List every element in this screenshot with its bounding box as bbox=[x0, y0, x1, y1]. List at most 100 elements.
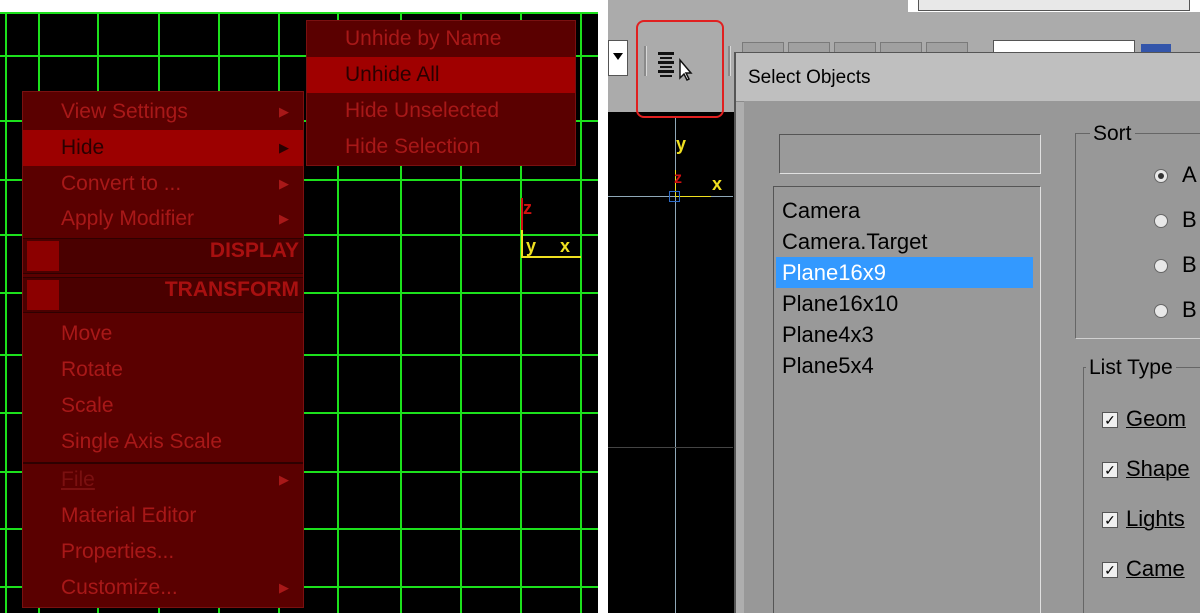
menu-item-convert-to[interactable]: Convert to ... ▶ bbox=[23, 166, 303, 202]
submenu-arrow-icon: ▶ bbox=[279, 104, 289, 119]
menu-item-label: Scale bbox=[61, 394, 114, 417]
menu-item-label: View Settings bbox=[61, 100, 188, 123]
viewport-right[interactable]: y z x Select Objects Camera Camera.Targe… bbox=[608, 0, 1200, 613]
menu-item-label: Customize... bbox=[61, 576, 178, 599]
radio-icon bbox=[1154, 259, 1168, 274]
list-item[interactable]: Camera bbox=[776, 195, 1033, 226]
menu-item-single-axis-scale[interactable]: Single Axis Scale bbox=[23, 424, 303, 460]
menu-item-material-editor[interactable]: Material Editor bbox=[23, 498, 303, 534]
group-caption: Sort bbox=[1090, 122, 1135, 146]
y-axis-line bbox=[521, 230, 523, 258]
object-list[interactable]: Camera Camera.Target Plane16x9 Plane16x1… bbox=[773, 186, 1041, 613]
panel-divider bbox=[598, 0, 608, 613]
menu-item-scale[interactable]: Scale bbox=[23, 388, 303, 424]
list-type-group: List Type ✓ Geom ✓ Shape ✓ Lights ✓ Came bbox=[1083, 356, 1200, 613]
menu-item-label: Rotate bbox=[61, 358, 123, 381]
checkbox-label: Shape bbox=[1126, 456, 1190, 481]
list-type-checkbox[interactable]: ✓ Geom bbox=[1102, 406, 1186, 432]
menu-item-properties[interactable]: Properties... bbox=[23, 534, 303, 570]
menu-item-hide-unselected[interactable]: Hide Unselected bbox=[307, 93, 575, 129]
chevron-down-icon bbox=[613, 53, 623, 60]
menu-item-file[interactable]: File ▶ bbox=[23, 462, 303, 498]
submenu-arrow-icon: ▶ bbox=[279, 211, 289, 226]
dialog-title-bar[interactable]: Select Objects bbox=[736, 53, 1200, 102]
list-item[interactable]: Plane5x4 bbox=[776, 350, 1033, 381]
radio-icon bbox=[1154, 304, 1168, 319]
grid-line bbox=[608, 447, 733, 448]
radio-label: A bbox=[1182, 162, 1197, 187]
quad-color-swatch bbox=[27, 280, 59, 310]
selection-filter-dropdown[interactable] bbox=[608, 40, 628, 76]
x-axis-label: x bbox=[560, 236, 571, 256]
list-item[interactable]: Camera.Target bbox=[776, 226, 1033, 257]
checkbox-label: Lights bbox=[1126, 506, 1185, 531]
radio-icon bbox=[1154, 169, 1168, 184]
submenu-arrow-icon: ▶ bbox=[279, 472, 289, 487]
z-axis-label: z bbox=[674, 170, 682, 187]
list-type-checkbox[interactable]: ✓ Lights bbox=[1102, 506, 1185, 532]
transform-quad-header[interactable]: TRANSFORM bbox=[23, 277, 303, 313]
checkbox-label: Came bbox=[1126, 556, 1185, 581]
quad-title: DISPLAY bbox=[209, 239, 299, 262]
grid-line bbox=[0, 12, 598, 14]
display-quad-header[interactable]: DISPLAY bbox=[23, 238, 303, 274]
list-item[interactable]: Plane16x10 bbox=[776, 288, 1033, 319]
checkbox-label: Geom bbox=[1126, 406, 1186, 431]
menu-item-label: Hide Selection bbox=[345, 135, 481, 158]
name-filter-input[interactable] bbox=[779, 134, 1041, 174]
y-axis-label: y bbox=[526, 236, 537, 256]
list-type-checkbox[interactable]: ✓ Came bbox=[1102, 556, 1185, 582]
menu-item-unhide-by-name[interactable]: Unhide by Name bbox=[307, 21, 575, 57]
sort-radio-option[interactable]: A bbox=[1154, 162, 1197, 188]
checkbox-icon: ✓ bbox=[1102, 412, 1118, 429]
top-edge bbox=[0, 0, 598, 12]
menu-item-label: Move bbox=[61, 322, 113, 345]
menu-item-label: Single Axis Scale bbox=[61, 430, 223, 453]
z-axis-label: z bbox=[523, 198, 532, 218]
y-axis-label: y bbox=[676, 134, 687, 154]
grid-line bbox=[5, 12, 7, 613]
sort-radio-option[interactable]: B bbox=[1154, 252, 1197, 278]
toolbar-separator bbox=[728, 46, 731, 76]
x-axis-line bbox=[675, 196, 711, 197]
dialog-body: Camera Camera.Target Plane16x9 Plane16x1… bbox=[744, 101, 1200, 613]
group-caption: List Type bbox=[1086, 356, 1176, 380]
annotation-circle bbox=[636, 20, 724, 118]
menu-item-view-settings[interactable]: View Settings ▶ bbox=[23, 94, 303, 130]
select-objects-dialog: Select Objects Camera Camera.Target Plan… bbox=[734, 52, 1200, 613]
menu-item-hide[interactable]: Hide ▶ bbox=[23, 130, 303, 166]
submenu-arrow-icon: ▶ bbox=[279, 580, 289, 595]
quad-color-swatch bbox=[27, 241, 59, 271]
toolbar-top-strip bbox=[908, 0, 1200, 12]
menu-item-label: Apply Modifier bbox=[61, 207, 195, 230]
list-item-selected[interactable]: Plane16x9 bbox=[776, 257, 1033, 288]
radio-label: B bbox=[1182, 297, 1197, 322]
menu-item-label: Material Editor bbox=[61, 504, 197, 527]
menu-item-customize[interactable]: Customize... ▶ bbox=[23, 570, 303, 606]
submenu-arrow-icon: ▶ bbox=[279, 140, 289, 155]
menu-item-rotate[interactable]: Rotate bbox=[23, 352, 303, 388]
list-item[interactable]: Plane4x3 bbox=[776, 319, 1033, 350]
menu-item-apply-modifier[interactable]: Apply Modifier ▶ bbox=[23, 201, 303, 237]
sort-group: Sort A B B B bbox=[1075, 122, 1200, 339]
checkbox-icon: ✓ bbox=[1102, 512, 1118, 529]
checkbox-icon: ✓ bbox=[1102, 562, 1118, 579]
menu-item-unhide-all[interactable]: Unhide All bbox=[307, 57, 575, 93]
viewport-left[interactable]: z y x View Settings ▶ Hide ▶ Convert to … bbox=[0, 0, 598, 613]
menu-item-label: Convert to ... bbox=[61, 172, 182, 195]
sort-radio-option[interactable]: B bbox=[1154, 207, 1197, 233]
menu-item-label: Properties... bbox=[61, 540, 175, 563]
x-axis-label: x bbox=[712, 174, 723, 194]
radio-icon bbox=[1154, 214, 1168, 229]
checkbox-icon: ✓ bbox=[1102, 462, 1118, 479]
menu-item-move[interactable]: Move bbox=[23, 316, 303, 352]
quad-title: TRANSFORM bbox=[164, 278, 299, 301]
sort-radio-option[interactable]: B bbox=[1154, 297, 1197, 323]
menu-item-hide-selection[interactable]: Hide Selection bbox=[307, 129, 575, 165]
quad-menu: View Settings ▶ Hide ▶ Convert to ... ▶ … bbox=[22, 91, 304, 608]
menu-item-label: File bbox=[61, 468, 95, 491]
menu-item-label: Hide Unselected bbox=[345, 99, 500, 122]
submenu-arrow-icon: ▶ bbox=[279, 176, 289, 191]
radio-label: B bbox=[1182, 252, 1197, 277]
list-type-checkbox[interactable]: ✓ Shape bbox=[1102, 456, 1190, 482]
